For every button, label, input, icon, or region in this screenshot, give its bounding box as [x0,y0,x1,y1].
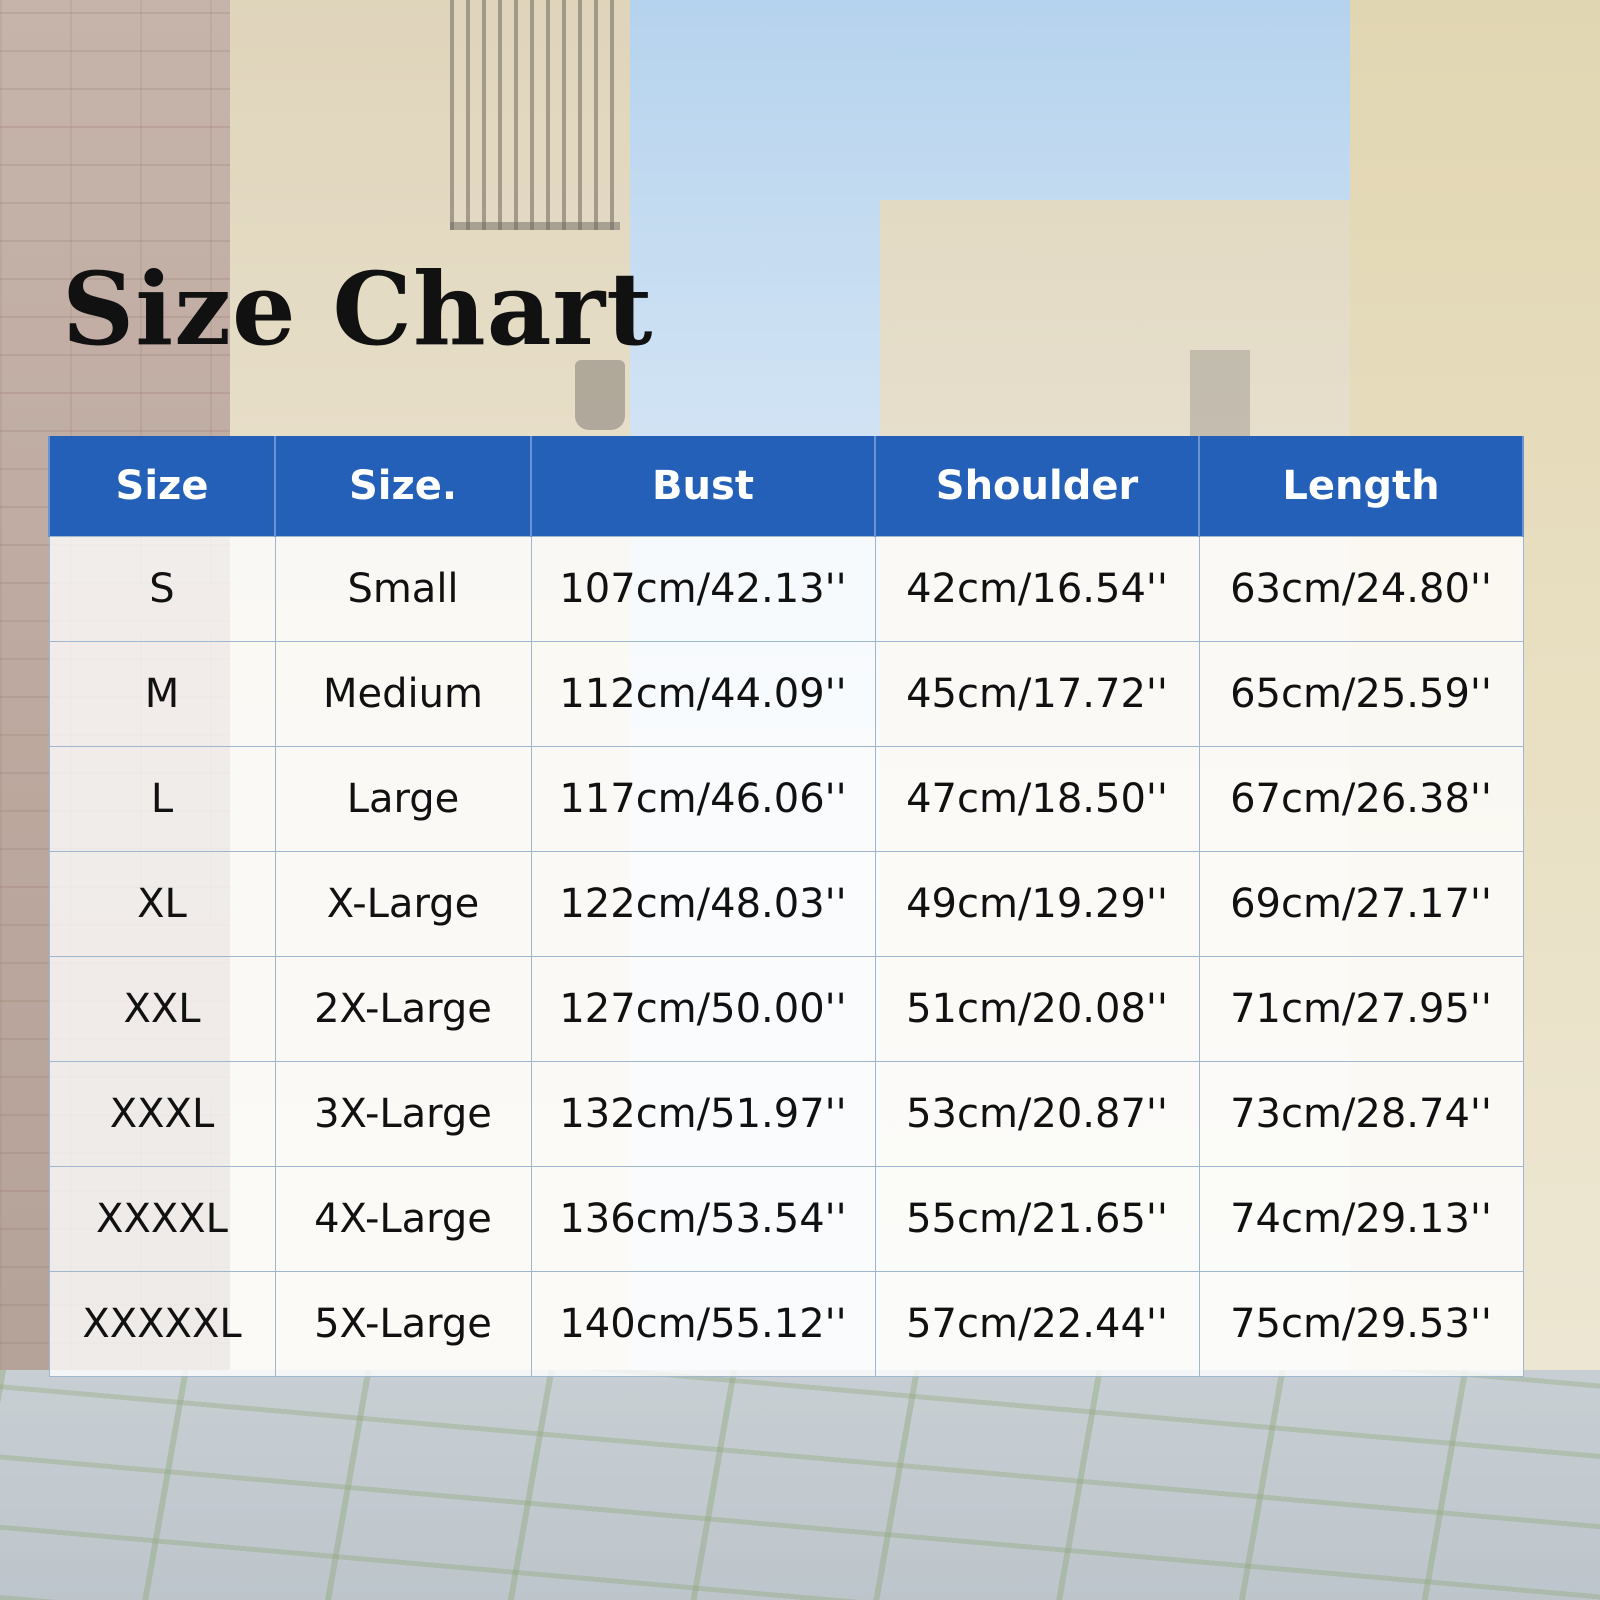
shoulder-cell: 53cm/20.87'' [874,1060,1200,1167]
bust-cell: 140cm/55.12'' [530,1270,876,1377]
size-cell: XXXXXL [48,1270,276,1377]
shoulder-cell: 47cm/18.50'' [874,745,1200,852]
length-cell: 74cm/29.13'' [1198,1165,1524,1272]
column-header-size: Size [48,436,276,536]
size-name-cell: 4X-Large [274,1165,532,1272]
size-name-cell: Small [274,535,532,642]
size-name-cell: X-Large [274,850,532,957]
length-cell: 63cm/24.80'' [1198,535,1524,642]
size-cell: XXXL [48,1060,276,1167]
column-header-length: Length [1198,436,1524,536]
page-title: Size Chart [62,250,654,368]
shoulder-cell: 57cm/22.44'' [874,1270,1200,1377]
size-name-cell: Medium [274,640,532,747]
size-name-cell: 3X-Large [274,1060,532,1167]
length-cell: 69cm/27.17'' [1198,850,1524,957]
table-row: XXXL 3X-Large 132cm/51.97'' 53cm/20.87''… [48,1060,1524,1167]
size-chart-table: Size Size. Bust Shoulder Length S Small … [48,436,1524,1377]
table-row: S Small 107cm/42.13'' 42cm/16.54'' 63cm/… [48,535,1524,642]
shoulder-cell: 42cm/16.54'' [874,535,1200,642]
size-cell: L [48,745,276,852]
size-name-cell: 2X-Large [274,955,532,1062]
size-cell: XXL [48,955,276,1062]
table-row: XXXXXL 5X-Large 140cm/55.12'' 57cm/22.44… [48,1270,1524,1377]
size-cell: S [48,535,276,642]
size-name-cell: Large [274,745,532,852]
length-cell: 75cm/29.53'' [1198,1270,1524,1377]
shoulder-cell: 51cm/20.08'' [874,955,1200,1062]
table-row: M Medium 112cm/44.09'' 45cm/17.72'' 65cm… [48,640,1524,747]
table-row: XXXXL 4X-Large 136cm/53.54'' 55cm/21.65'… [48,1165,1524,1272]
bust-cell: 132cm/51.97'' [530,1060,876,1167]
column-header-bust: Bust [530,436,876,536]
table-header-row: Size Size. Bust Shoulder Length [48,436,1524,536]
length-cell: 65cm/25.59'' [1198,640,1524,747]
size-name-cell: 5X-Large [274,1270,532,1377]
column-header-shoulder: Shoulder [874,436,1200,536]
column-header-size-name: Size. [274,436,532,536]
bust-cell: 112cm/44.09'' [530,640,876,747]
bust-cell: 117cm/46.06'' [530,745,876,852]
shoulder-cell: 55cm/21.65'' [874,1165,1200,1272]
shoulder-cell: 49cm/19.29'' [874,850,1200,957]
size-cell: XL [48,850,276,957]
bust-cell: 136cm/53.54'' [530,1165,876,1272]
bust-cell: 122cm/48.03'' [530,850,876,957]
shoulder-cell: 45cm/17.72'' [874,640,1200,747]
table-row: XL X-Large 122cm/48.03'' 49cm/19.29'' 69… [48,850,1524,957]
size-cell: M [48,640,276,747]
length-cell: 71cm/27.95'' [1198,955,1524,1062]
bust-cell: 107cm/42.13'' [530,535,876,642]
length-cell: 67cm/26.38'' [1198,745,1524,852]
length-cell: 73cm/28.74'' [1198,1060,1524,1167]
bust-cell: 127cm/50.00'' [530,955,876,1062]
table-row: XXL 2X-Large 127cm/50.00'' 51cm/20.08'' … [48,955,1524,1062]
size-cell: XXXXL [48,1165,276,1272]
table-row: L Large 117cm/46.06'' 47cm/18.50'' 67cm/… [48,745,1524,852]
